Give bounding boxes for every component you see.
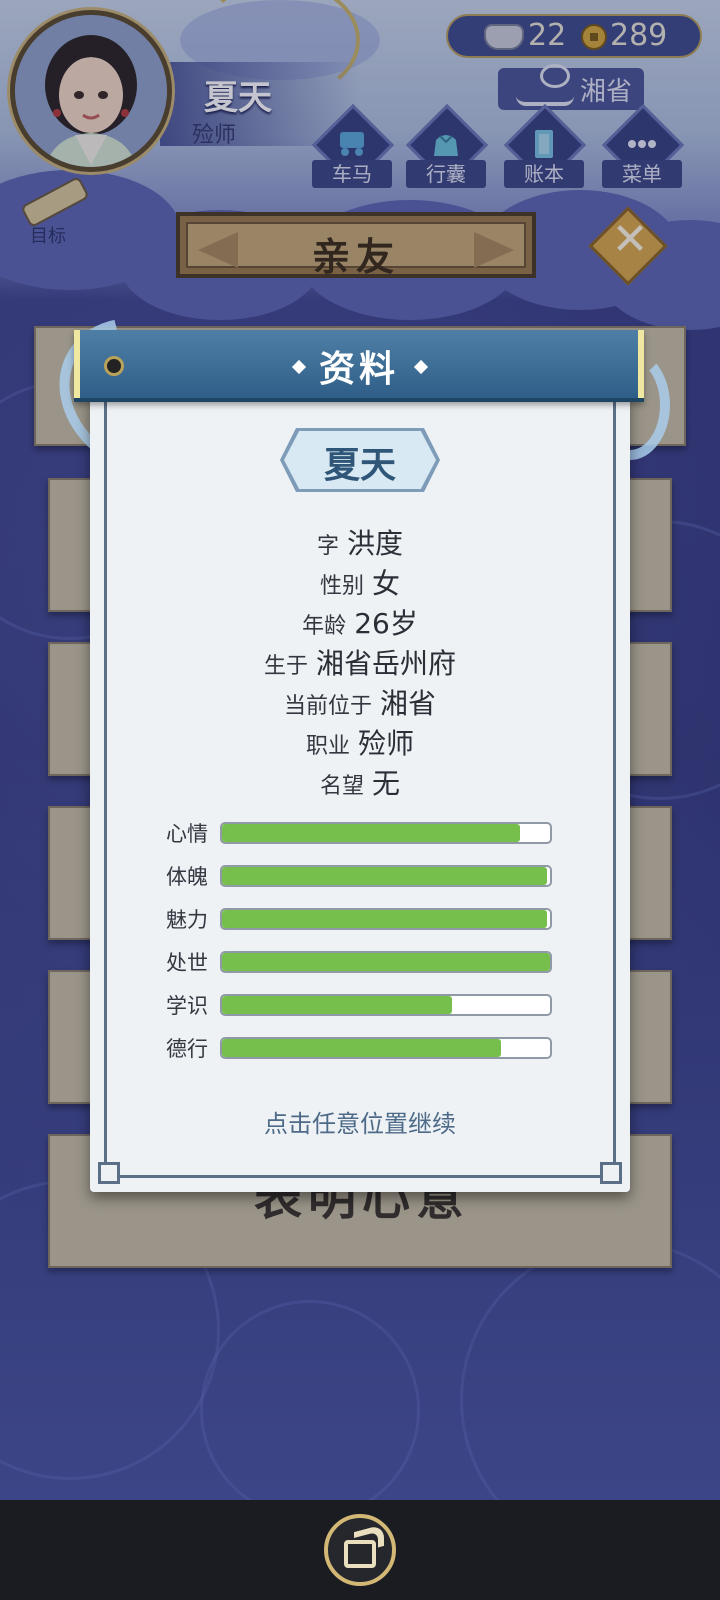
info-key: 字 — [316, 534, 339, 559]
stat-bar-fill — [222, 1039, 501, 1057]
corner-ornament — [600, 1162, 622, 1184]
stat-bar-fill — [222, 910, 547, 928]
stat-label: 魅力 — [166, 908, 208, 932]
info-value: 洪度 — [347, 527, 404, 560]
info-value: 26岁 — [354, 607, 418, 640]
stat-row: 体魄 — [166, 863, 556, 889]
dialog-header: 资料 — [74, 330, 644, 402]
info-key: 性别 — [319, 574, 364, 599]
info-key: 生于 — [263, 654, 308, 679]
dialog-title: 资料 — [318, 349, 399, 390]
info-row: 性别女 — [90, 562, 630, 602]
info-row: 生于 湘省岳州府 — [90, 642, 630, 682]
stat-bar — [220, 908, 552, 930]
stat-row: 魅力 — [166, 906, 556, 932]
stat-label: 体魄 — [166, 865, 208, 889]
stat-bar — [220, 994, 552, 1016]
stat-label: 处世 — [166, 951, 208, 975]
corner-ornament — [98, 1162, 120, 1184]
stat-bar — [220, 865, 552, 887]
info-value: 殓师 — [358, 727, 415, 760]
stat-label: 心情 — [166, 822, 208, 846]
stat-bar-fill — [222, 867, 547, 885]
profile-name: 夏天 — [323, 445, 396, 486]
stat-bar — [220, 822, 552, 844]
info-value: 湘省岳州府 — [316, 647, 457, 680]
stat-row: 学识 — [166, 992, 556, 1018]
info-row: 字洪度 — [90, 522, 630, 562]
info-key: 名望 — [319, 774, 364, 799]
info-row: 当前位于 湘省 — [90, 682, 630, 722]
stat-row: 处世 — [166, 949, 556, 975]
stat-label: 学识 — [166, 994, 208, 1018]
stat-bar-fill — [222, 996, 452, 1014]
stat-bar — [220, 951, 552, 973]
pin-icon — [104, 356, 124, 376]
stat-bar-fill — [222, 824, 521, 842]
share-arrow-icon — [354, 1523, 384, 1555]
continue-hint[interactable]: 点击任意位置继续 — [90, 1104, 630, 1139]
info-value: 女 — [372, 567, 401, 600]
info-key: 职业 — [305, 734, 350, 759]
game-screen: 夏天 殓师 22 289 湘省 车马 行囊 账本 菜单 目标 亲友 ✕ 表明心意… — [0, 0, 720, 1500]
info-value: 湘省 — [380, 687, 437, 720]
info-value: 无 — [372, 767, 401, 800]
stat-row: 德行 — [166, 1035, 556, 1061]
share-button[interactable] — [324, 1514, 396, 1586]
info-key: 当前位于 — [283, 694, 372, 719]
info-key: 年龄 — [302, 614, 347, 639]
info-row: 名望无 — [90, 762, 630, 802]
stat-bar — [220, 1037, 552, 1059]
info-row: 职业 殓师 — [90, 722, 630, 762]
stat-bar-fill — [222, 953, 550, 971]
info-row: 年龄 26岁 — [90, 602, 630, 642]
stat-row: 心情 — [166, 820, 556, 846]
stat-label: 德行 — [166, 1037, 208, 1061]
